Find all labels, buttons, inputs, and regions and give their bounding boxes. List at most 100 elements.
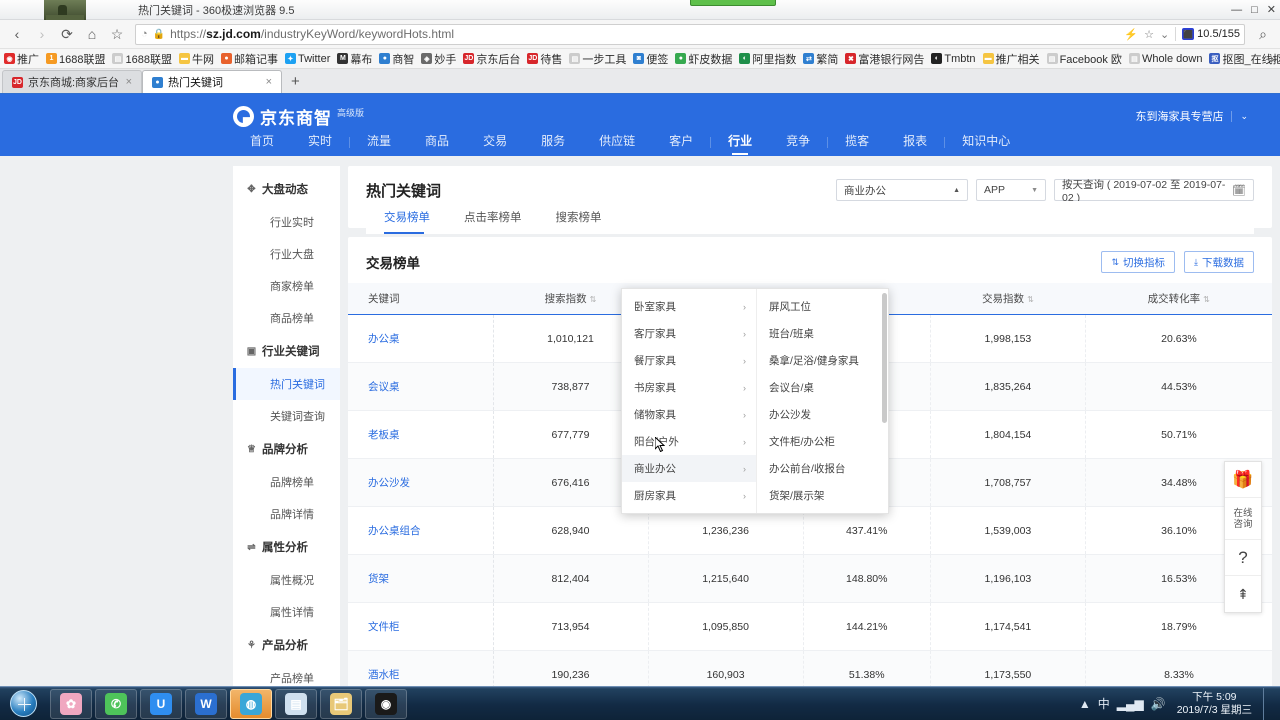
nav-item-4[interactable]: 交易 (466, 128, 524, 156)
table-column-header-5[interactable]: 成交转化率 ⇅ (1085, 283, 1272, 315)
nav-item-11[interactable]: 报表 (886, 128, 944, 156)
bookmark-item[interactable]: ▤ Facebook 欧 (1046, 51, 1122, 67)
date-range-input[interactable]: 按天查询 ( 2019-07-02 至 2019-07-02 ) 🗓 (1054, 179, 1254, 204)
minimize-button[interactable]: — (1231, 0, 1242, 20)
nav-item-8[interactable]: 行业 (711, 128, 769, 156)
sidebar-item-2-1[interactable]: 品牌详情 (233, 498, 340, 530)
cascader-l1-item-5[interactable]: 阳台/户外 › (622, 428, 756, 455)
category-select[interactable]: 商业办公 ▲ (836, 179, 968, 201)
sidebar-item-1-0[interactable]: 热门关键词 (233, 368, 340, 400)
keyword-link[interactable]: 会议桌 (348, 362, 494, 411)
cascader-l1-item-4[interactable]: 储物家具 › (622, 401, 756, 428)
bookmark-item[interactable]: ▬ 推广相关 (982, 51, 1040, 67)
page-info-icon[interactable]: ◔ (141, 28, 148, 40)
back-arrow-icon[interactable]: ‹ (6, 23, 28, 45)
keyword-link[interactable]: 办公桌 (348, 314, 494, 363)
switch-metrics-button[interactable]: ⇅ 切换指标 (1101, 251, 1176, 273)
tray-network-icon[interactable]: ▂▄▆ (1117, 697, 1144, 711)
sidebar-item-0-1[interactable]: 行业大盘 (233, 238, 340, 270)
account-menu[interactable]: 东到海家具专营店 ⌄ (1135, 108, 1248, 124)
bookmark-star-icon[interactable]: ☆ (1144, 28, 1154, 41)
cascader-l1-item-3[interactable]: 书房家具 › (622, 374, 756, 401)
keyword-link[interactable]: 酒水柜 (348, 650, 494, 686)
bookmark-item[interactable]: M 幕布 (337, 51, 372, 67)
keyword-link[interactable]: 老板桌 (348, 410, 494, 459)
keyword-link[interactable]: 办公桌组合 (348, 506, 494, 555)
keyword-link[interactable]: 文件柜 (348, 602, 494, 651)
bookmark-item[interactable]: ◙ 便签 (633, 51, 668, 67)
new-tab-button[interactable]: + (282, 71, 309, 93)
browser-tab[interactable]: JD 京东商城:商家后台 × (2, 70, 142, 93)
nav-item-10[interactable]: 揽客 (828, 128, 886, 156)
category-cascader-dropdown[interactable]: 卧室家具 › 客厅家具 › 餐厅家具 › 书房家具 › 储物家具 › 阳台/户外 › 商业办公 › 厨房家具… (621, 288, 889, 514)
reload-icon[interactable]: ⟳ (56, 23, 78, 45)
nav-item-7[interactable]: 客户 (652, 128, 710, 156)
nav-item-2[interactable]: 流量 (350, 128, 408, 156)
online-consult-button[interactable]: 在线 咨询 (1225, 498, 1261, 540)
tray-arrow-icon[interactable]: ▲ (1079, 697, 1091, 711)
sidebar-group-3[interactable]: ⇌ 属性分析 (233, 530, 340, 564)
taskbar-clock[interactable]: 下午 5:09 2019/7/3 星期三 (1173, 691, 1256, 717)
browser-tab[interactable]: ● 热门关键词 × (142, 70, 282, 93)
taskbar-app-wps-writer[interactable]: W (185, 688, 227, 719)
bookmark-item[interactable]: ● 虾皮数据 (675, 51, 732, 67)
sort-icon[interactable]: ⇅ (590, 295, 597, 304)
bookmarks-overflow-icon[interactable]: » (1270, 52, 1277, 66)
sidebar-item-0-0[interactable]: 行业实时 (233, 206, 340, 238)
keyword-link[interactable]: 货架 (348, 554, 494, 603)
bookmark-item[interactable]: 1 1688联盟 (46, 51, 105, 67)
cascader-l1-item-0[interactable]: 卧室家具 › (622, 293, 756, 320)
nav-item-3[interactable]: 商品 (408, 128, 466, 156)
sort-icon[interactable]: ⇅ (1027, 295, 1034, 304)
chevron-down-icon[interactable]: ⌄ (1160, 28, 1169, 41)
sidebar-item-1-1[interactable]: 关键词查询 (233, 400, 340, 432)
sidebar-item-3-1[interactable]: 属性详情 (233, 596, 340, 628)
bookmark-item[interactable]: ⇄ 繁简 (803, 51, 838, 67)
cascader-l1-item-1[interactable]: 客厅家具 › (622, 320, 756, 347)
bookmark-item[interactable]: ✖ 富港银行网告 (845, 51, 924, 67)
calendar-icon[interactable]: 🗓 (1232, 184, 1246, 197)
bookmark-item[interactable]: ◉ 推广 (4, 51, 39, 67)
download-data-button[interactable]: ⤓ 下载数据 (1184, 251, 1254, 273)
sidebar-group-1[interactable]: ▣ 行业关键词 (233, 334, 340, 368)
forward-arrow-icon[interactable]: › (31, 23, 53, 45)
show-desktop-button[interactable] (1263, 687, 1272, 720)
table-column-header-4[interactable]: 交易指数 ⇅ (930, 283, 1086, 315)
cascader-l2-item-6[interactable]: 办公前台/收报台 (757, 455, 888, 482)
report-tab-1[interactable]: 点击率榜单 (464, 201, 536, 234)
home-icon[interactable]: ⌂ (81, 23, 103, 45)
platform-select[interactable]: APP ▼ (976, 179, 1046, 201)
start-button[interactable] (0, 688, 46, 720)
cascader-l2-item-4[interactable]: 办公沙发 (757, 401, 888, 428)
taskbar-app-jd-seller-chat[interactable]: ◍ (230, 688, 272, 719)
bookmark-item[interactable]: ◐ Tmbtn (931, 53, 976, 65)
status-badge[interactable]: ⬛ 10.5/155 (1182, 28, 1240, 40)
nav-item-0[interactable]: 首页 (233, 128, 291, 156)
sidebar-item-3-0[interactable]: 属性概况 (233, 564, 340, 596)
nav-item-1[interactable]: 实时 (291, 128, 349, 156)
cascader-l2-item-7[interactable]: 货架/展示架 (757, 482, 888, 507)
sidebar-item-0-3[interactable]: 商品榜单 (233, 302, 340, 334)
taskbar-app-obs-studio[interactable]: ◉ (365, 688, 407, 719)
bookmark-item[interactable]: ● 邮箱记事 (220, 51, 278, 67)
taskbar-app-wechat[interactable]: ✆ (95, 688, 137, 719)
sidebar-group-4[interactable]: ⚘ 产品分析 (233, 628, 340, 662)
bookmark-item[interactable]: ◐ 阿里指数 (739, 51, 796, 67)
close-icon[interactable]: × (126, 76, 132, 88)
bookmark-item[interactable]: ▤ Whole down (1128, 53, 1202, 65)
close-button[interactable]: ✕ (1267, 0, 1276, 20)
taskbar-app-360-browser[interactable]: ✿ (50, 688, 92, 719)
tray-volume-icon[interactable]: 🔊 (1151, 697, 1166, 711)
close-icon[interactable]: × (266, 76, 272, 88)
chevron-down-icon[interactable]: ⌄ (1240, 111, 1248, 122)
sort-icon[interactable]: ⇅ (1203, 295, 1210, 304)
bookmark-item[interactable]: ▬ 牛网 (178, 51, 214, 67)
nav-item-12[interactable]: 知识中心 (945, 128, 1027, 156)
bookmark-item[interactable]: ✦ Twitter (284, 53, 330, 65)
gift-icon[interactable]: 🎁 (1225, 462, 1261, 498)
bookmark-item[interactable]: JD 待售 (527, 51, 562, 67)
sidebar-item-2-0[interactable]: 品牌榜单 (233, 466, 340, 498)
cascader-l2-item-1[interactable]: 班台/班桌 (757, 320, 888, 347)
sidebar-group-2[interactable]: ♕ 品牌分析 (233, 432, 340, 466)
cascader-l2-item-5[interactable]: 文件柜/办公柜 (757, 428, 888, 455)
